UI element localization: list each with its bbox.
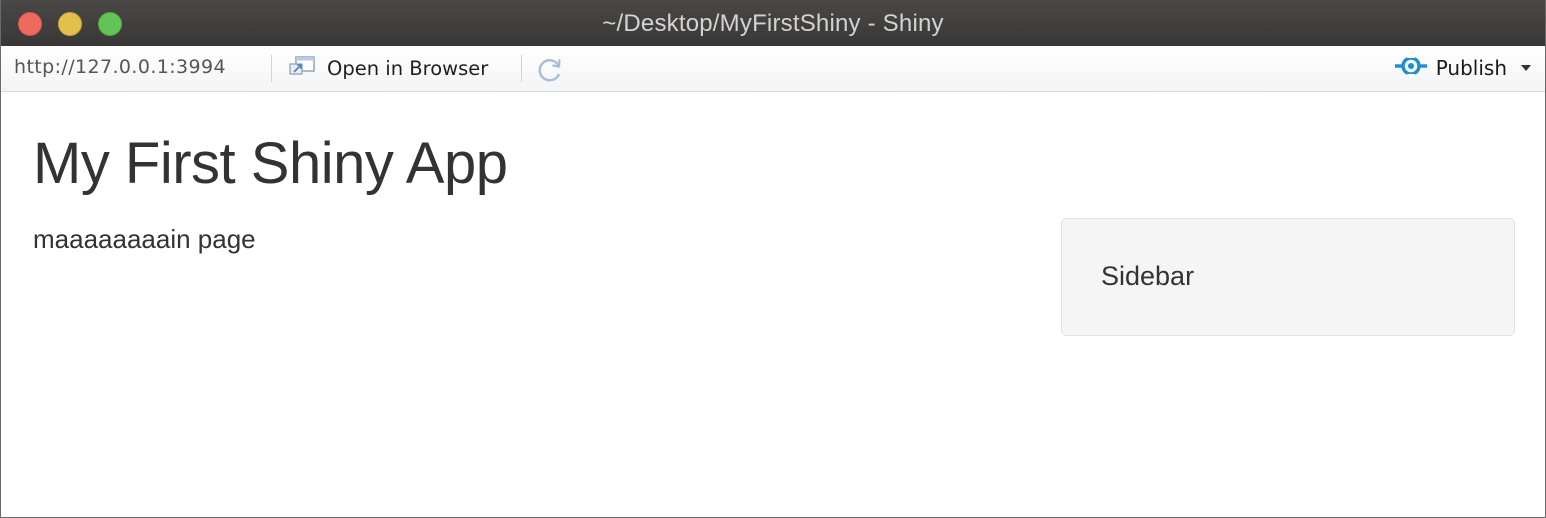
title-bar[interactable]: ~/Desktop/MyFirstShiny - Shiny xyxy=(1,0,1545,47)
publish-icon xyxy=(1394,53,1428,84)
refresh-icon xyxy=(535,59,565,89)
app-viewport: My First Shiny App maaaaaaaain page Side… xyxy=(1,92,1545,517)
rstudio-viewer-window: ~/Desktop/MyFirstShiny - Shiny http://12… xyxy=(0,0,1546,518)
publish-label: Publish xyxy=(1435,56,1507,80)
page-title: My First Shiny App xyxy=(33,131,508,196)
app-url[interactable]: http://127.0.0.1:3994 xyxy=(14,56,226,78)
publish-button[interactable]: Publish xyxy=(1394,52,1531,84)
chevron-down-icon[interactable] xyxy=(1521,65,1531,71)
main-panel-text: maaaaaaaain page xyxy=(33,224,256,254)
open-in-browser-button[interactable]: Open in Browser xyxy=(287,52,488,84)
toolbar-divider xyxy=(271,55,272,82)
toolbar-divider xyxy=(521,55,522,82)
sidebar-text: Sidebar xyxy=(1101,261,1195,291)
window-title: ~/Desktop/MyFirstShiny - Shiny xyxy=(602,10,944,37)
sidebar-panel: Sidebar xyxy=(1061,218,1515,336)
open-in-browser-label: Open in Browser xyxy=(327,56,489,80)
viewer-toolbar: http://127.0.0.1:3994 Open in Browser Pu… xyxy=(1,46,1545,92)
open-in-browser-icon xyxy=(287,53,317,84)
refresh-button[interactable] xyxy=(535,55,565,85)
